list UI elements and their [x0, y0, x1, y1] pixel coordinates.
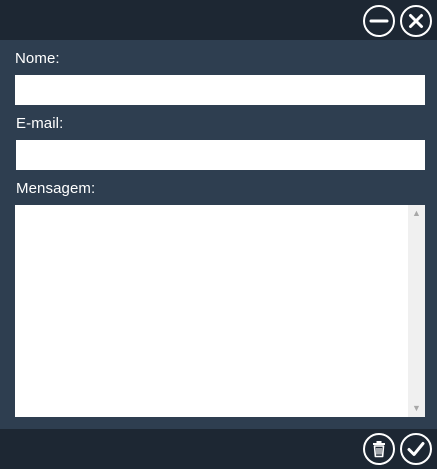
- confirm-button[interactable]: [400, 433, 432, 465]
- scroll-up-arrow-icon[interactable]: ▲: [408, 205, 425, 222]
- message-scrollbar[interactable]: ▲ ▼: [408, 205, 425, 417]
- name-input[interactable]: [15, 75, 425, 105]
- close-icon: [409, 14, 423, 28]
- scroll-down-arrow-icon[interactable]: ▼: [408, 400, 425, 417]
- message-textarea[interactable]: [15, 205, 408, 417]
- message-field: ▲ ▼: [15, 205, 425, 417]
- email-input[interactable]: [16, 140, 425, 170]
- minimize-button[interactable]: [363, 5, 395, 37]
- trash-icon: [373, 441, 385, 458]
- minimize-icon: [369, 19, 389, 23]
- close-button[interactable]: [400, 5, 432, 37]
- name-label: Nome:: [15, 50, 60, 67]
- title-bar: [0, 0, 437, 40]
- contact-form-window: Nome: E-mail: Mensagem: ▲ ▼: [0, 0, 437, 469]
- checkmark-icon: [407, 442, 425, 456]
- delete-button[interactable]: [363, 433, 395, 465]
- message-label: Mensagem:: [16, 180, 96, 197]
- footer-bar: [0, 429, 437, 469]
- email-label: E-mail:: [16, 115, 64, 132]
